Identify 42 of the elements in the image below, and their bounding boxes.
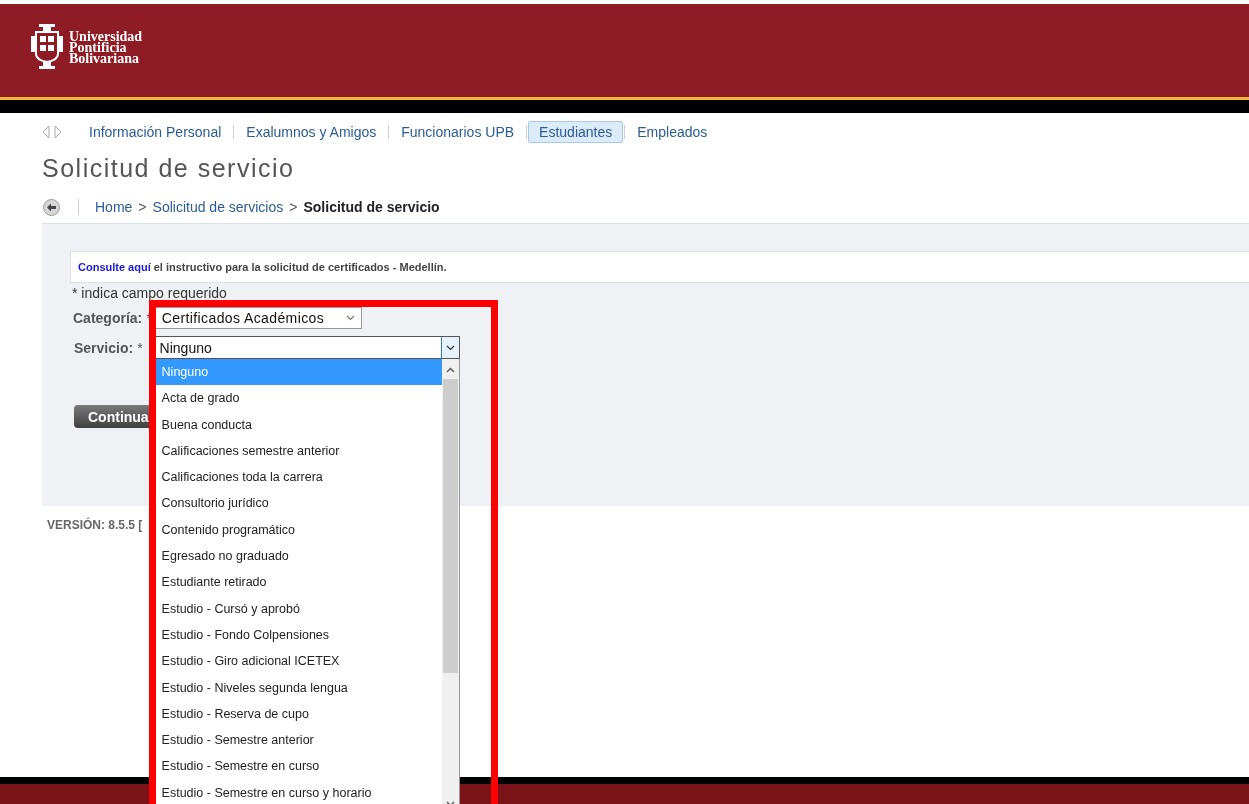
dropdown-option[interactable]: Estudiante retirado	[154, 569, 442, 596]
dropdown-option[interactable]: Estudio - Cursó y aprobó	[154, 595, 442, 622]
field-label: Categoría:	[73, 310, 143, 326]
breadcrumb-current: Solicitud de servicio	[303, 199, 440, 215]
notice-text: Consulte aquí el instructivo para la solicitud de certificados - Medellín.	[70, 251, 1249, 283]
breadcrumb-separator: >	[138, 199, 147, 215]
nav-tab[interactable]: Empleados	[626, 121, 719, 143]
dropdown-option[interactable]: Estudio - Semestre en curso	[154, 753, 442, 780]
dropdown-option[interactable]: Estudio - Semestre anterior	[154, 727, 442, 754]
back-icon[interactable]	[43, 198, 60, 216]
scroll-up-icon[interactable]	[445, 367, 455, 373]
nav-tab[interactable]: Exalumnos y Amigos	[235, 121, 388, 143]
version-text: VERSIÓN: 8.5.5 [	[47, 518, 143, 532]
dropdown-option[interactable]: Estudio - Niveles segunda lengua	[154, 674, 442, 701]
dropdown-option[interactable]: Calificaciones semestre anterior	[154, 437, 442, 465]
category-select[interactable]: Certificados Académicos	[154, 307, 362, 329]
scrollbar[interactable]	[441, 359, 459, 804]
chevron-down-icon	[345, 315, 355, 321]
dropdown-option[interactable]: Consultorio jurídico	[154, 490, 442, 517]
page-title: Solicitud de servicio	[42, 153, 296, 183]
nav-tab[interactable]: Información Personal	[78, 121, 233, 143]
required-note: * indica campo requerido	[72, 285, 228, 301]
consult-link[interactable]: Consulte aquí	[78, 261, 151, 273]
service-select[interactable]: Ninguno	[153, 336, 460, 359]
university-logo-text: Universidad Pontificia Bolivariana	[69, 31, 143, 64]
field-label: Servicio:	[74, 339, 134, 356]
nav-tab[interactable]: Estudiantes	[528, 121, 624, 143]
scrollbar-thumb[interactable]	[442, 379, 458, 673]
dropdown-option[interactable]: Estudio - Semestre en curso y horario	[154, 779, 442, 804]
breadcrumb-separator: >	[289, 199, 298, 215]
nav-tab[interactable]: Funcionarios UPB	[390, 121, 526, 143]
shield-logo-icon	[31, 22, 63, 72]
chevron-down-icon	[445, 344, 455, 351]
dropdown-option[interactable]: Egresado no graduado	[154, 543, 442, 570]
dropdown-option[interactable]: Contenido programático	[154, 516, 442, 544]
dropdown-option[interactable]: Estudio - Giro adicional ICETEX	[154, 648, 442, 675]
dropdown-option[interactable]: Estudio - Fondo Colpensiones	[154, 621, 442, 649]
breadcrumb-link[interactable]: Solicitud de servicios	[152, 199, 284, 215]
dropdown-option[interactable]: Estudio - Reserva de cupo	[154, 700, 442, 728]
breadcrumb-link[interactable]: Home	[95, 199, 133, 215]
required-mark: *	[137, 339, 143, 356]
dropdown-option[interactable]: Calificaciones toda la carrera	[154, 464, 442, 491]
